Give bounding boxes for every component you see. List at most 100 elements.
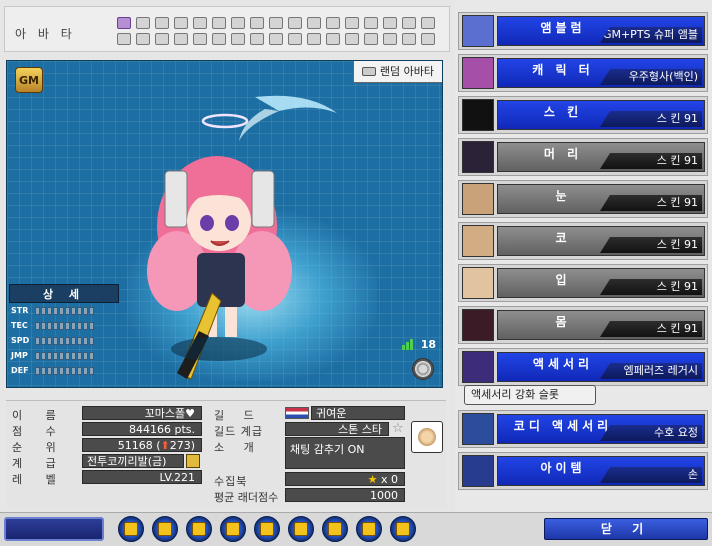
avatar-slot[interactable] xyxy=(364,33,378,45)
avatar-slot[interactable] xyxy=(345,17,359,29)
box-icon[interactable] xyxy=(186,516,212,542)
avatar-slot[interactable] xyxy=(307,17,321,29)
category-thumb-icon[interactable] xyxy=(462,267,494,299)
avatar-slot[interactable] xyxy=(212,17,226,29)
avatar-slot[interactable] xyxy=(288,17,302,29)
guild-value: 귀여운 xyxy=(311,406,405,420)
avatar-preview: GM 랜덤 아바타 상 세 STR TEC SPD JMP DEF 18 xyxy=(6,60,443,388)
stat-row: STR xyxy=(9,303,119,318)
shield-icon[interactable] xyxy=(220,516,246,542)
category-thumb-icon[interactable] xyxy=(462,141,494,173)
chat-bubble-icon[interactable] xyxy=(118,516,144,542)
avatar-slot[interactable] xyxy=(326,33,340,45)
category-button[interactable]: 눈스 킨 91 xyxy=(497,184,705,214)
random-avatar-toggle[interactable]: 랜덤 아바타 xyxy=(352,61,442,83)
category-thumb-icon[interactable] xyxy=(462,57,494,89)
category-button[interactable]: 코스 킨 91 xyxy=(497,226,705,256)
stat-bar xyxy=(35,321,94,330)
avatar-slot[interactable] xyxy=(136,33,150,45)
avatar-slot[interactable] xyxy=(307,33,321,45)
guild-grade-label: 길드 계급 xyxy=(214,425,263,438)
detail-title[interactable]: 상 세 xyxy=(9,284,119,303)
signal-icon xyxy=(401,339,414,353)
guild-label: 길 드 xyxy=(214,409,262,422)
avatar-slot[interactable] xyxy=(250,17,264,29)
category-thumb-icon[interactable] xyxy=(462,413,494,445)
avatar-slot[interactable] xyxy=(117,17,131,29)
avatar-slot[interactable] xyxy=(136,17,150,29)
avatar-slot[interactable] xyxy=(250,33,264,45)
collection-label: 수집북 xyxy=(214,475,248,488)
avatar-slot[interactable] xyxy=(231,33,245,45)
name-label: 이 름 xyxy=(12,409,66,422)
avatar-slot[interactable] xyxy=(288,33,302,45)
stat-label: JMP xyxy=(11,351,28,360)
avatar-slot[interactable] xyxy=(269,17,283,29)
star-icon[interactable] xyxy=(254,516,280,542)
avatar-slot[interactable] xyxy=(421,17,435,29)
category-thumb-icon[interactable] xyxy=(462,183,494,215)
category-value: 수호 요정 xyxy=(600,425,702,441)
bag-icon[interactable] xyxy=(288,516,314,542)
avatar-slot[interactable] xyxy=(231,17,245,29)
collection-value: ★ x 0 xyxy=(285,472,405,486)
random-checkbox[interactable] xyxy=(361,67,376,76)
grade-value: 전투코끼리발(금) xyxy=(82,454,184,468)
avatar-slot[interactable] xyxy=(174,17,188,29)
rotate-view-icon[interactable] xyxy=(412,358,434,380)
avatar-slot[interactable] xyxy=(193,33,207,45)
collection-star-icon: ★ xyxy=(367,473,378,486)
avatar-slot[interactable] xyxy=(117,33,131,45)
category-button[interactable]: 앰블럼 GM+PTS 슈퍼 앰블럼 xyxy=(497,16,705,46)
category-button[interactable]: 액세서리 엠페러즈 레거시 xyxy=(497,352,705,382)
avatar-slot[interactable] xyxy=(345,33,359,45)
avatar-slot[interactable] xyxy=(269,33,283,45)
signal-indicator: 18 xyxy=(401,338,436,353)
category-row: 액세서리 엠페러즈 레거시 xyxy=(458,348,708,386)
close-button[interactable]: 닫 기 xyxy=(544,518,708,540)
pet-portrait-icon[interactable] xyxy=(411,421,443,453)
guild-flag-icon xyxy=(285,407,309,419)
category-thumb-icon[interactable] xyxy=(462,455,494,487)
category-button[interactable]: 캐 릭 터 우주형사(백인) xyxy=(497,58,705,88)
category-button[interactable]: 아이템 손 xyxy=(497,456,705,486)
category-value: 우주형사(백인) xyxy=(600,69,702,85)
avatar-slot[interactable] xyxy=(326,17,340,29)
chat-box[interactable] xyxy=(4,517,104,541)
level-value: LV.221 xyxy=(82,470,202,484)
category-thumb-icon[interactable] xyxy=(462,309,494,341)
category-thumb-icon[interactable] xyxy=(462,351,494,383)
intro-text: 채팅 감추기 ON xyxy=(285,437,405,469)
category-button[interactable]: 머 리스 킨 91 xyxy=(497,142,705,172)
category-button[interactable]: 코디 액세서리 수호 요정 xyxy=(497,414,705,444)
avatar-slot[interactable] xyxy=(364,17,378,29)
guild-grade-value: 스톤 스타 xyxy=(285,422,389,436)
category-button[interactable]: 몸스 킨 91 xyxy=(497,310,705,340)
avatar-slot[interactable] xyxy=(383,17,397,29)
avatar-slot[interactable] xyxy=(193,17,207,29)
category-thumb-icon[interactable] xyxy=(462,225,494,257)
avatar-slot[interactable] xyxy=(155,17,169,29)
avatar-slot[interactable] xyxy=(174,33,188,45)
avatar-slot[interactable] xyxy=(155,33,169,45)
avatar-slot[interactable] xyxy=(212,33,226,45)
category-thumb-icon[interactable] xyxy=(462,99,494,131)
lock-icon[interactable] xyxy=(322,516,348,542)
category-value: 스 킨 91 xyxy=(600,153,702,169)
chart-icon[interactable] xyxy=(356,516,382,542)
avatar-slot[interactable] xyxy=(402,33,416,45)
category-button[interactable]: 입스 킨 91 xyxy=(497,268,705,298)
avatar-slot[interactable] xyxy=(402,17,416,29)
category-value: 스 킨 91 xyxy=(600,321,702,337)
accessory-slot-tab[interactable]: 액세서리 강화 슬롯 xyxy=(464,385,596,405)
category-row: 몸스 킨 91 xyxy=(458,306,708,344)
avatar-slot[interactable] xyxy=(421,33,435,45)
stat-row: DEF xyxy=(9,363,119,378)
card-icon[interactable] xyxy=(390,516,416,542)
ladder-label: 평균 래더점수 xyxy=(214,491,279,504)
category-thumb-icon[interactable] xyxy=(462,15,494,47)
emote-icon[interactable] xyxy=(152,516,178,542)
category-button[interactable]: 스 킨스 킨 91 xyxy=(497,100,705,130)
ladder-value: 1000 xyxy=(285,488,405,502)
avatar-slot[interactable] xyxy=(383,33,397,45)
